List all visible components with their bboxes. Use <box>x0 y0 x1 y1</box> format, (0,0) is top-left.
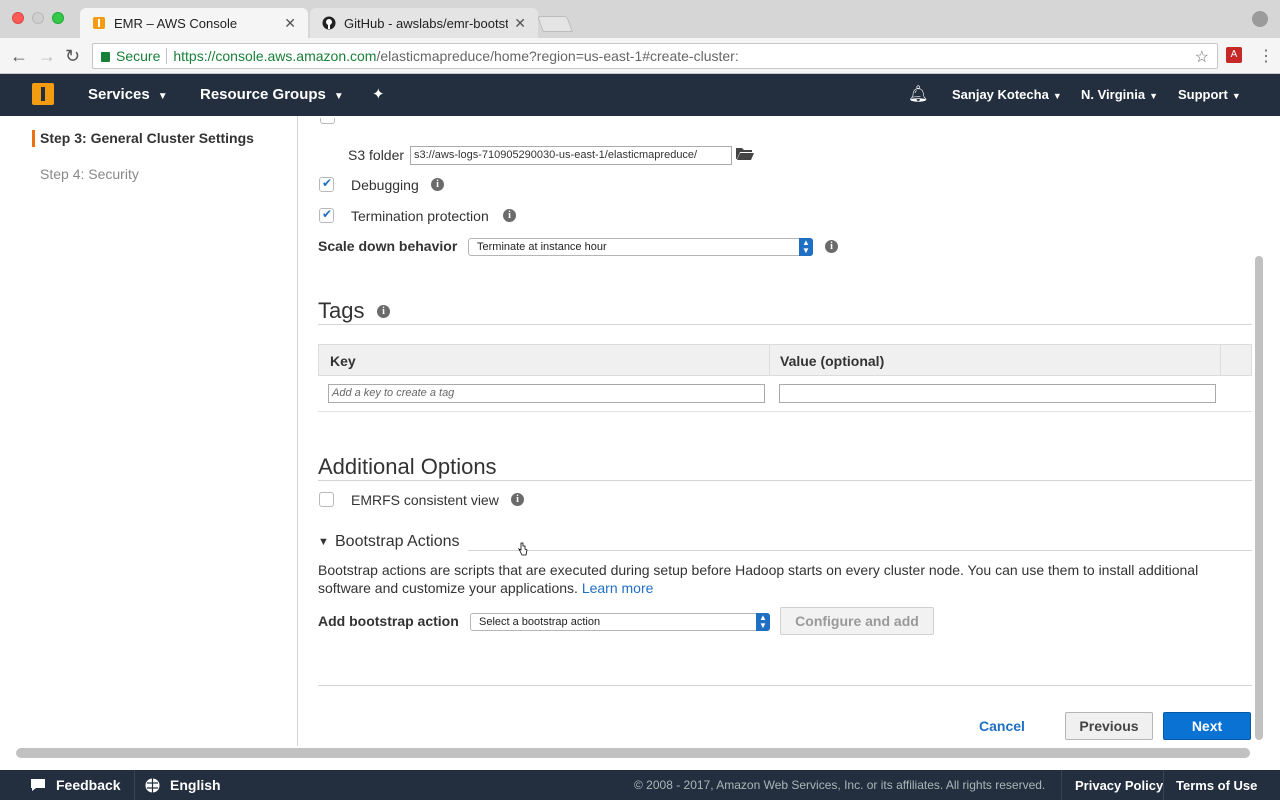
privacy-policy-link[interactable]: Privacy Policy <box>1075 778 1163 793</box>
resource-groups-menu[interactable]: Resource Groups ▼ <box>200 86 344 103</box>
new-tab-button[interactable] <box>537 16 573 32</box>
scale-down-label: Scale down behavior <box>318 238 458 254</box>
tab-title: EMR – AWS Console <box>114 15 238 31</box>
tag-key-input[interactable]: Add a key to create a tag <box>328 384 765 403</box>
folder-open-icon[interactable] <box>736 147 754 160</box>
services-menu[interactable]: Services ▼ <box>88 86 168 103</box>
bookmark-star-icon[interactable]: ☆ <box>1195 47 1209 67</box>
emrfs-checkbox[interactable] <box>319 492 334 507</box>
feedback-link[interactable]: Feedback <box>56 777 121 793</box>
step-general-settings[interactable]: Step 3: General Cluster Settings <box>32 130 254 147</box>
chevron-down-icon: ▼ <box>157 91 168 102</box>
tab-title: GitHub - awslabs/emr-bootstra <box>344 15 509 31</box>
tab-emr-console[interactable]: EMR – AWS Console ✕ <box>80 8 308 38</box>
speech-bubble-icon <box>31 779 45 791</box>
reload-icon[interactable]: ↻ <box>65 46 80 67</box>
learn-more-link[interactable]: Learn more <box>582 580 654 596</box>
secure-label: Secure <box>116 48 161 64</box>
s3-folder-label: S3 folder <box>348 147 405 163</box>
tags-table-header: Key Value (optional) <box>318 344 1252 376</box>
lock-icon <box>101 52 110 62</box>
maximize-window-button[interactable] <box>52 12 64 24</box>
chevron-down-icon: ▼ <box>1149 91 1158 101</box>
s3-folder-input[interactable]: s3://aws-logs-710905290030-us-east-1/ela… <box>410 146 732 165</box>
minimize-window-button[interactable] <box>32 12 44 24</box>
browser-toolbar: ← → ↻ Secure https://console.aws.amazon.… <box>0 38 1280 74</box>
address-bar[interactable]: Secure https://console.aws.amazon.com/el… <box>92 43 1218 69</box>
vertical-scrollbar[interactable] <box>1252 126 1266 746</box>
horizontal-scrollbar[interactable] <box>16 748 1250 758</box>
mouse-cursor-icon <box>518 542 528 556</box>
bell-icon[interactable]: 🔔︎ <box>908 84 928 104</box>
scale-down-select[interactable]: Terminate at instance hour ▲ ▼ <box>468 238 813 256</box>
tags-table: Key Value (optional) Add a key to create… <box>318 344 1252 412</box>
url-path: /elasticmapreduce/home?region=us-east-1#… <box>376 48 739 64</box>
info-icon[interactable]: i <box>503 209 516 222</box>
info-icon[interactable]: i <box>825 240 838 253</box>
github-icon <box>322 16 336 30</box>
bootstrap-actions-toggle[interactable]: Bootstrap Actions <box>335 533 460 551</box>
aws-cube-icon <box>93 17 105 29</box>
user-menu[interactable]: Sanjay Kotecha ▼ <box>952 87 1062 102</box>
browser-tabbar: EMR – AWS Console ✕ GitHub - awslabs/emr… <box>0 0 1280 38</box>
caret-down-icon[interactable]: ▼ <box>318 536 329 548</box>
main-content: S3 folder s3://aws-logs-710905290030-us-… <box>318 116 1252 746</box>
debugging-checkbox[interactable] <box>319 176 334 192</box>
profile-icon[interactable] <box>1252 11 1268 27</box>
col-key: Key <box>330 353 356 369</box>
tags-heading: Tags <box>318 298 365 323</box>
col-value: Value (optional) <box>780 353 885 369</box>
support-menu[interactable]: Support ▼ <box>1178 87 1241 102</box>
configure-and-add-button[interactable]: Configure and add <box>780 607 934 635</box>
select-arrows-icon: ▲ ▼ <box>756 613 770 631</box>
aws-cube-icon[interactable] <box>32 83 54 105</box>
forward-arrow-icon[interactable]: → <box>38 46 56 67</box>
logging-checkbox[interactable] <box>320 118 335 124</box>
close-tab-icon[interactable]: ✕ <box>284 15 296 32</box>
chevron-down-icon: ▼ <box>333 91 344 102</box>
additional-options-heading: Additional Options <box>318 454 497 479</box>
close-tab-icon[interactable]: ✕ <box>514 15 526 32</box>
copyright-text: © 2008 - 2017, Amazon Web Services, Inc.… <box>634 778 1046 792</box>
termination-protection-checkbox[interactable] <box>319 207 334 223</box>
terms-of-use-link[interactable]: Terms of Use <box>1176 778 1257 793</box>
pdf-extension-icon[interactable]: A <box>1226 47 1242 63</box>
wizard-steps: Step 3: General Cluster Settings Step 4:… <box>0 116 298 746</box>
aws-header: Services ▼ Resource Groups ▼ ✦ 🔔︎ Sanjay K… <box>0 74 1280 116</box>
chevron-down-icon: ▼ <box>1052 91 1062 101</box>
debugging-label: Debugging <box>351 177 419 193</box>
termination-protection-label: Termination protection <box>351 208 489 224</box>
close-window-button[interactable] <box>12 12 24 24</box>
chevron-down-icon: ▼ <box>1231 91 1241 101</box>
info-icon[interactable]: i <box>377 305 390 318</box>
console-footer: Feedback English © 2008 - 2017, Amazon W… <box>0 770 1280 800</box>
cancel-button[interactable]: Cancel <box>979 718 1025 734</box>
pin-icon[interactable]: ✦ <box>372 85 385 103</box>
back-arrow-icon[interactable]: ← <box>10 46 28 67</box>
bootstrap-action-select[interactable]: Select a bootstrap action ▲ ▼ <box>470 613 770 631</box>
info-icon[interactable]: i <box>431 178 444 191</box>
emrfs-label: EMRFS consistent view <box>351 492 499 508</box>
tag-value-input[interactable] <box>779 384 1216 403</box>
region-menu[interactable]: N. Virginia ▼ <box>1081 87 1158 102</box>
language-selector[interactable]: English <box>170 777 221 793</box>
tab-github[interactable]: GitHub - awslabs/emr-bootstra ✕ <box>310 8 538 38</box>
bootstrap-description: Bootstrap actions are scripts that are e… <box>318 562 1199 596</box>
next-button[interactable]: Next <box>1163 712 1251 740</box>
globe-icon <box>145 778 160 793</box>
browser-menu-icon[interactable]: ⋮ <box>1258 46 1274 66</box>
url-host: https://console.aws.amazon.com <box>173 48 377 64</box>
previous-button[interactable]: Previous <box>1065 712 1153 740</box>
add-bootstrap-label: Add bootstrap action <box>318 613 459 629</box>
info-icon[interactable]: i <box>511 493 524 506</box>
select-arrows-icon: ▲ ▼ <box>799 238 813 256</box>
step-security[interactable]: Step 4: Security <box>40 166 139 182</box>
